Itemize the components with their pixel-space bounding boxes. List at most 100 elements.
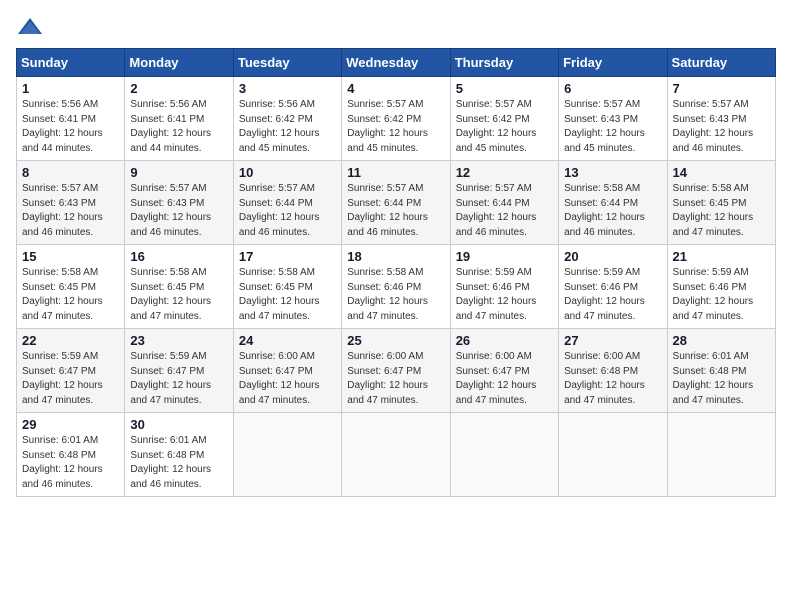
day-number: 24: [239, 333, 336, 348]
calendar-cell: 13 Sunrise: 5:58 AMSunset: 6:44 PMDaylig…: [559, 161, 667, 245]
day-info: Sunrise: 6:00 AMSunset: 6:47 PMDaylight:…: [239, 351, 320, 406]
weekday-header-monday: Monday: [125, 49, 233, 77]
calendar-cell: [559, 413, 667, 497]
day-number: 1: [22, 81, 119, 96]
day-number: 6: [564, 81, 661, 96]
calendar-week-5: 29 Sunrise: 6:01 AMSunset: 6:48 PMDaylig…: [17, 413, 776, 497]
calendar-cell: 17 Sunrise: 5:58 AMSunset: 6:45 PMDaylig…: [233, 245, 341, 329]
day-number: 11: [347, 165, 444, 180]
day-number: 21: [673, 249, 770, 264]
weekday-header-wednesday: Wednesday: [342, 49, 450, 77]
calendar-cell: 3 Sunrise: 5:56 AMSunset: 6:42 PMDayligh…: [233, 77, 341, 161]
day-info: Sunrise: 5:58 AMSunset: 6:45 PMDaylight:…: [130, 267, 211, 322]
calendar-body: 1 Sunrise: 5:56 AMSunset: 6:41 PMDayligh…: [17, 77, 776, 497]
day-info: Sunrise: 6:01 AMSunset: 6:48 PMDaylight:…: [130, 435, 211, 490]
calendar-cell: 19 Sunrise: 5:59 AMSunset: 6:46 PMDaylig…: [450, 245, 558, 329]
calendar-cell: 5 Sunrise: 5:57 AMSunset: 6:42 PMDayligh…: [450, 77, 558, 161]
day-number: 8: [22, 165, 119, 180]
day-info: Sunrise: 5:59 AMSunset: 6:46 PMDaylight:…: [673, 267, 754, 322]
day-number: 30: [130, 417, 227, 432]
day-info: Sunrise: 5:56 AMSunset: 6:41 PMDaylight:…: [130, 99, 211, 154]
calendar-cell: 16 Sunrise: 5:58 AMSunset: 6:45 PMDaylig…: [125, 245, 233, 329]
day-number: 19: [456, 249, 553, 264]
day-number: 18: [347, 249, 444, 264]
calendar-cell: 30 Sunrise: 6:01 AMSunset: 6:48 PMDaylig…: [125, 413, 233, 497]
page-header: [16, 16, 776, 38]
weekday-header-tuesday: Tuesday: [233, 49, 341, 77]
calendar-cell: [233, 413, 341, 497]
day-info: Sunrise: 5:57 AMSunset: 6:44 PMDaylight:…: [347, 183, 428, 238]
day-info: Sunrise: 5:57 AMSunset: 6:43 PMDaylight:…: [22, 183, 103, 238]
day-info: Sunrise: 5:57 AMSunset: 6:42 PMDaylight:…: [347, 99, 428, 154]
calendar-cell: 9 Sunrise: 5:57 AMSunset: 6:43 PMDayligh…: [125, 161, 233, 245]
day-info: Sunrise: 5:57 AMSunset: 6:44 PMDaylight:…: [456, 183, 537, 238]
day-number: 22: [22, 333, 119, 348]
day-info: Sunrise: 5:58 AMSunset: 6:45 PMDaylight:…: [239, 267, 320, 322]
day-info: Sunrise: 5:58 AMSunset: 6:45 PMDaylight:…: [22, 267, 103, 322]
day-number: 15: [22, 249, 119, 264]
day-number: 25: [347, 333, 444, 348]
calendar-cell: 12 Sunrise: 5:57 AMSunset: 6:44 PMDaylig…: [450, 161, 558, 245]
calendar-cell: [342, 413, 450, 497]
calendar-cell: 8 Sunrise: 5:57 AMSunset: 6:43 PMDayligh…: [17, 161, 125, 245]
day-number: 13: [564, 165, 661, 180]
day-info: Sunrise: 6:00 AMSunset: 6:47 PMDaylight:…: [456, 351, 537, 406]
calendar-cell: 22 Sunrise: 5:59 AMSunset: 6:47 PMDaylig…: [17, 329, 125, 413]
calendar-week-1: 1 Sunrise: 5:56 AMSunset: 6:41 PMDayligh…: [17, 77, 776, 161]
weekday-header-friday: Friday: [559, 49, 667, 77]
day-number: 5: [456, 81, 553, 96]
logo-icon: [16, 16, 44, 38]
calendar-cell: [450, 413, 558, 497]
day-number: 26: [456, 333, 553, 348]
calendar-cell: [667, 413, 775, 497]
calendar-cell: 2 Sunrise: 5:56 AMSunset: 6:41 PMDayligh…: [125, 77, 233, 161]
calendar-cell: 29 Sunrise: 6:01 AMSunset: 6:48 PMDaylig…: [17, 413, 125, 497]
calendar-cell: 4 Sunrise: 5:57 AMSunset: 6:42 PMDayligh…: [342, 77, 450, 161]
day-number: 10: [239, 165, 336, 180]
calendar-cell: 27 Sunrise: 6:00 AMSunset: 6:48 PMDaylig…: [559, 329, 667, 413]
day-number: 2: [130, 81, 227, 96]
day-info: Sunrise: 5:57 AMSunset: 6:43 PMDaylight:…: [673, 99, 754, 154]
calendar-table: SundayMondayTuesdayWednesdayThursdayFrid…: [16, 48, 776, 497]
day-number: 29: [22, 417, 119, 432]
day-number: 12: [456, 165, 553, 180]
day-info: Sunrise: 5:56 AMSunset: 6:41 PMDaylight:…: [22, 99, 103, 154]
day-info: Sunrise: 5:57 AMSunset: 6:44 PMDaylight:…: [239, 183, 320, 238]
calendar-week-4: 22 Sunrise: 5:59 AMSunset: 6:47 PMDaylig…: [17, 329, 776, 413]
day-info: Sunrise: 6:00 AMSunset: 6:47 PMDaylight:…: [347, 351, 428, 406]
weekday-header-thursday: Thursday: [450, 49, 558, 77]
day-number: 23: [130, 333, 227, 348]
weekday-header-saturday: Saturday: [667, 49, 775, 77]
day-number: 9: [130, 165, 227, 180]
logo: [16, 16, 48, 38]
day-info: Sunrise: 6:01 AMSunset: 6:48 PMDaylight:…: [673, 351, 754, 406]
day-info: Sunrise: 5:56 AMSunset: 6:42 PMDaylight:…: [239, 99, 320, 154]
day-number: 7: [673, 81, 770, 96]
calendar-cell: 1 Sunrise: 5:56 AMSunset: 6:41 PMDayligh…: [17, 77, 125, 161]
calendar-week-2: 8 Sunrise: 5:57 AMSunset: 6:43 PMDayligh…: [17, 161, 776, 245]
day-number: 16: [130, 249, 227, 264]
day-info: Sunrise: 5:59 AMSunset: 6:47 PMDaylight:…: [130, 351, 211, 406]
day-info: Sunrise: 6:00 AMSunset: 6:48 PMDaylight:…: [564, 351, 645, 406]
day-info: Sunrise: 5:58 AMSunset: 6:46 PMDaylight:…: [347, 267, 428, 322]
day-number: 4: [347, 81, 444, 96]
day-info: Sunrise: 5:59 AMSunset: 6:46 PMDaylight:…: [456, 267, 537, 322]
day-number: 17: [239, 249, 336, 264]
calendar-cell: 21 Sunrise: 5:59 AMSunset: 6:46 PMDaylig…: [667, 245, 775, 329]
day-number: 28: [673, 333, 770, 348]
day-number: 20: [564, 249, 661, 264]
day-info: Sunrise: 5:58 AMSunset: 6:44 PMDaylight:…: [564, 183, 645, 238]
calendar-cell: 25 Sunrise: 6:00 AMSunset: 6:47 PMDaylig…: [342, 329, 450, 413]
calendar-week-3: 15 Sunrise: 5:58 AMSunset: 6:45 PMDaylig…: [17, 245, 776, 329]
calendar-cell: 15 Sunrise: 5:58 AMSunset: 6:45 PMDaylig…: [17, 245, 125, 329]
day-number: 3: [239, 81, 336, 96]
calendar-cell: 14 Sunrise: 5:58 AMSunset: 6:45 PMDaylig…: [667, 161, 775, 245]
calendar-cell: 24 Sunrise: 6:00 AMSunset: 6:47 PMDaylig…: [233, 329, 341, 413]
calendar-cell: 23 Sunrise: 5:59 AMSunset: 6:47 PMDaylig…: [125, 329, 233, 413]
day-info: Sunrise: 5:57 AMSunset: 6:43 PMDaylight:…: [564, 99, 645, 154]
day-number: 14: [673, 165, 770, 180]
day-number: 27: [564, 333, 661, 348]
calendar-cell: 10 Sunrise: 5:57 AMSunset: 6:44 PMDaylig…: [233, 161, 341, 245]
day-info: Sunrise: 5:59 AMSunset: 6:46 PMDaylight:…: [564, 267, 645, 322]
day-info: Sunrise: 5:59 AMSunset: 6:47 PMDaylight:…: [22, 351, 103, 406]
